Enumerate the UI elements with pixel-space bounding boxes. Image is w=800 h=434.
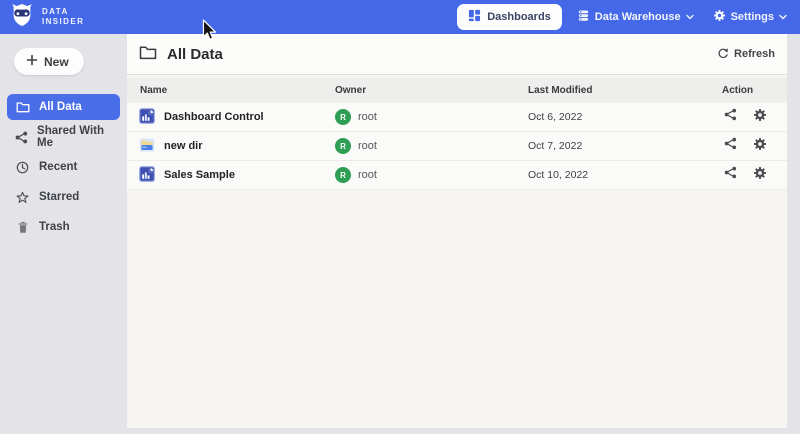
owl-logo-icon xyxy=(9,2,35,33)
nav-dashboards-label: Dashboards xyxy=(487,11,551,23)
table-row[interactable]: Sales Sample R root Oct 10, 2022 xyxy=(127,161,787,190)
gear-icon[interactable] xyxy=(753,137,767,156)
column-header-action: Action xyxy=(722,85,787,96)
refresh-label: Refresh xyxy=(734,48,775,60)
app-name-line2: INSIDER xyxy=(42,17,84,27)
content-header: All Data Refresh xyxy=(127,34,787,75)
dashboard-file-icon xyxy=(139,166,155,185)
new-button-label: New xyxy=(44,55,69,69)
owner-name: root xyxy=(358,140,377,152)
gear-icon[interactable] xyxy=(753,108,767,127)
plus-icon xyxy=(26,54,38,69)
refresh-button[interactable]: Refresh xyxy=(717,47,775,62)
owner-name: root xyxy=(358,111,377,123)
app-window: DATA INSIDER Dashboards xyxy=(0,0,800,434)
owner-avatar: R xyxy=(335,138,351,154)
table-row[interactable]: Dashboard Control R root Oct 6, 2022 xyxy=(127,103,787,132)
folder-icon xyxy=(15,101,30,113)
gear-icon xyxy=(713,9,726,25)
column-header-name: Name xyxy=(127,85,335,96)
sidebar-item-label: Starred xyxy=(39,191,79,203)
share-icon xyxy=(15,131,28,144)
nav-settings-label: Settings xyxy=(731,11,774,23)
nav-data-warehouse-button[interactable]: Data Warehouse xyxy=(573,4,698,30)
dashboard-file-icon xyxy=(139,108,155,127)
share-icon[interactable] xyxy=(724,108,737,126)
share-icon[interactable] xyxy=(724,137,737,155)
file-name: Sales Sample xyxy=(164,169,235,181)
nav-dashboards-button[interactable]: Dashboards xyxy=(457,4,562,30)
database-icon xyxy=(577,9,590,25)
gear-icon[interactable] xyxy=(753,166,767,185)
sidebar-item-label: Shared With Me xyxy=(37,125,112,149)
data-table: Name Owner Last Modified Action xyxy=(127,78,787,190)
sidebar-menu: All Data S xyxy=(0,94,127,240)
folder-icon xyxy=(139,45,157,64)
column-header-owner: Owner xyxy=(335,85,528,96)
app-name: DATA INSIDER xyxy=(42,7,84,28)
star-icon xyxy=(15,191,30,204)
sidebar-item-label: Trash xyxy=(39,221,70,233)
table-row[interactable]: new dir R root Oct 7, 2022 xyxy=(127,132,787,161)
sidebar-item-all-data[interactable]: All Data xyxy=(7,94,120,120)
file-name: new dir xyxy=(164,140,203,152)
chevron-down-icon xyxy=(779,11,787,23)
main-area: All Data Refresh Name Owner Las xyxy=(127,34,800,434)
file-name: Dashboard Control xyxy=(164,111,264,123)
content-card: All Data Refresh Name Owner Las xyxy=(127,34,787,428)
folder-file-icon xyxy=(139,137,155,156)
new-button[interactable]: New xyxy=(14,48,84,75)
owner-name: root xyxy=(358,169,377,181)
app-name-line1: DATA xyxy=(42,7,84,17)
table-header-row: Name Owner Last Modified Action xyxy=(127,78,787,103)
top-nav: Dashboards Data Warehouse xyxy=(457,4,791,30)
owner-avatar: R xyxy=(335,109,351,125)
sidebar-item-recent[interactable]: Recent xyxy=(7,154,120,180)
last-modified-date: Oct 7, 2022 xyxy=(528,140,722,152)
last-modified-date: Oct 6, 2022 xyxy=(528,111,722,123)
sidebar-item-label: All Data xyxy=(39,101,82,113)
owner-avatar: R xyxy=(335,167,351,183)
page-title-label: All Data xyxy=(167,46,223,63)
trash-icon xyxy=(15,221,30,234)
clock-icon xyxy=(15,161,30,174)
sidebar-item-starred[interactable]: Starred xyxy=(7,184,120,210)
dashboard-grid-icon xyxy=(468,9,481,25)
sidebar-item-shared-with-me[interactable]: Shared With Me xyxy=(7,124,120,150)
share-icon[interactable] xyxy=(724,166,737,184)
column-header-last-modified: Last Modified xyxy=(528,85,722,96)
sidebar-item-label: Recent xyxy=(39,161,77,173)
top-bar: DATA INSIDER Dashboards xyxy=(0,0,800,34)
nav-settings-button[interactable]: Settings xyxy=(709,4,791,30)
sidebar-item-trash[interactable]: Trash xyxy=(7,214,120,240)
app-logo: DATA INSIDER xyxy=(9,2,84,33)
refresh-icon xyxy=(717,47,729,62)
mouse-cursor xyxy=(202,19,218,48)
chevron-down-icon xyxy=(686,11,694,23)
nav-data-warehouse-label: Data Warehouse xyxy=(595,11,681,23)
last-modified-date: Oct 10, 2022 xyxy=(528,169,722,181)
sidebar: New All Data xyxy=(0,34,127,434)
